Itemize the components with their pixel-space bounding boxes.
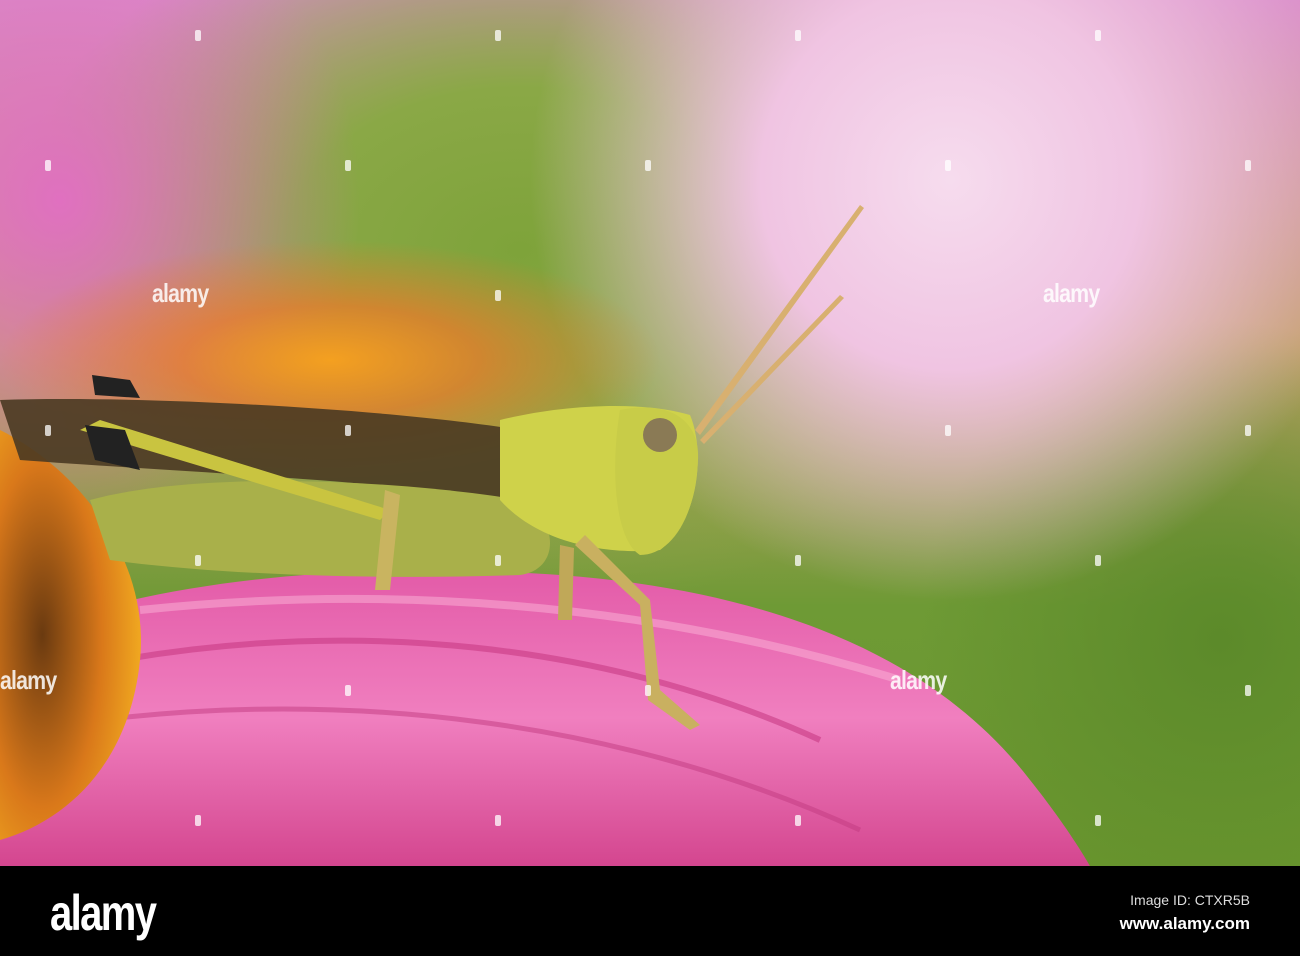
grasshopper-eye	[643, 418, 677, 452]
watermark-text: alamy	[152, 278, 209, 308]
watermark-dot	[1095, 555, 1101, 566]
watermark-dot	[945, 160, 951, 171]
scene-illustration	[0, 205, 1090, 866]
coneflower-petal	[0, 570, 1090, 866]
watermark-dot	[345, 425, 351, 436]
grasshopper-knee	[92, 375, 140, 398]
watermark-dot	[795, 815, 801, 826]
watermark-dot	[645, 160, 651, 171]
watermark-dot	[495, 290, 501, 301]
alamy-logo: alamy	[50, 885, 157, 941]
watermark-dot	[45, 425, 51, 436]
watermark-text: alamy	[890, 665, 947, 695]
watermark-text: alamy	[1043, 278, 1100, 308]
image-id: Image ID: CTXR5B	[1130, 892, 1250, 908]
watermark-dot	[1245, 160, 1251, 171]
watermark-dot	[345, 685, 351, 696]
watermark-dot	[795, 555, 801, 566]
watermark-dot	[495, 30, 501, 41]
website-url: www.alamy.com	[1119, 914, 1250, 933]
grasshopper-antenna	[700, 295, 844, 444]
footer-bar: alamy Image ID: CTXR5B www.alamy.com	[0, 866, 1300, 956]
watermark-dot	[1095, 30, 1101, 41]
watermark-dot	[1095, 815, 1101, 826]
watermark-dot	[645, 685, 651, 696]
watermark-dot	[45, 160, 51, 171]
watermark-dot	[195, 815, 201, 826]
grasshopper-on-coneflower-photo: alamy alamy alamy alamy	[0, 0, 1300, 866]
watermark-dot	[795, 30, 801, 41]
watermark-dot	[345, 160, 351, 171]
watermark-dot	[195, 30, 201, 41]
watermark-dot	[495, 555, 501, 566]
watermark-text: alamy	[0, 665, 57, 695]
watermark-dot	[195, 555, 201, 566]
watermark-dot	[945, 425, 951, 436]
grasshopper-leg	[558, 545, 574, 620]
grasshopper-antenna	[695, 205, 864, 435]
watermark-dot	[1245, 425, 1251, 436]
watermark-dot	[495, 815, 501, 826]
watermark-dot	[1245, 685, 1251, 696]
